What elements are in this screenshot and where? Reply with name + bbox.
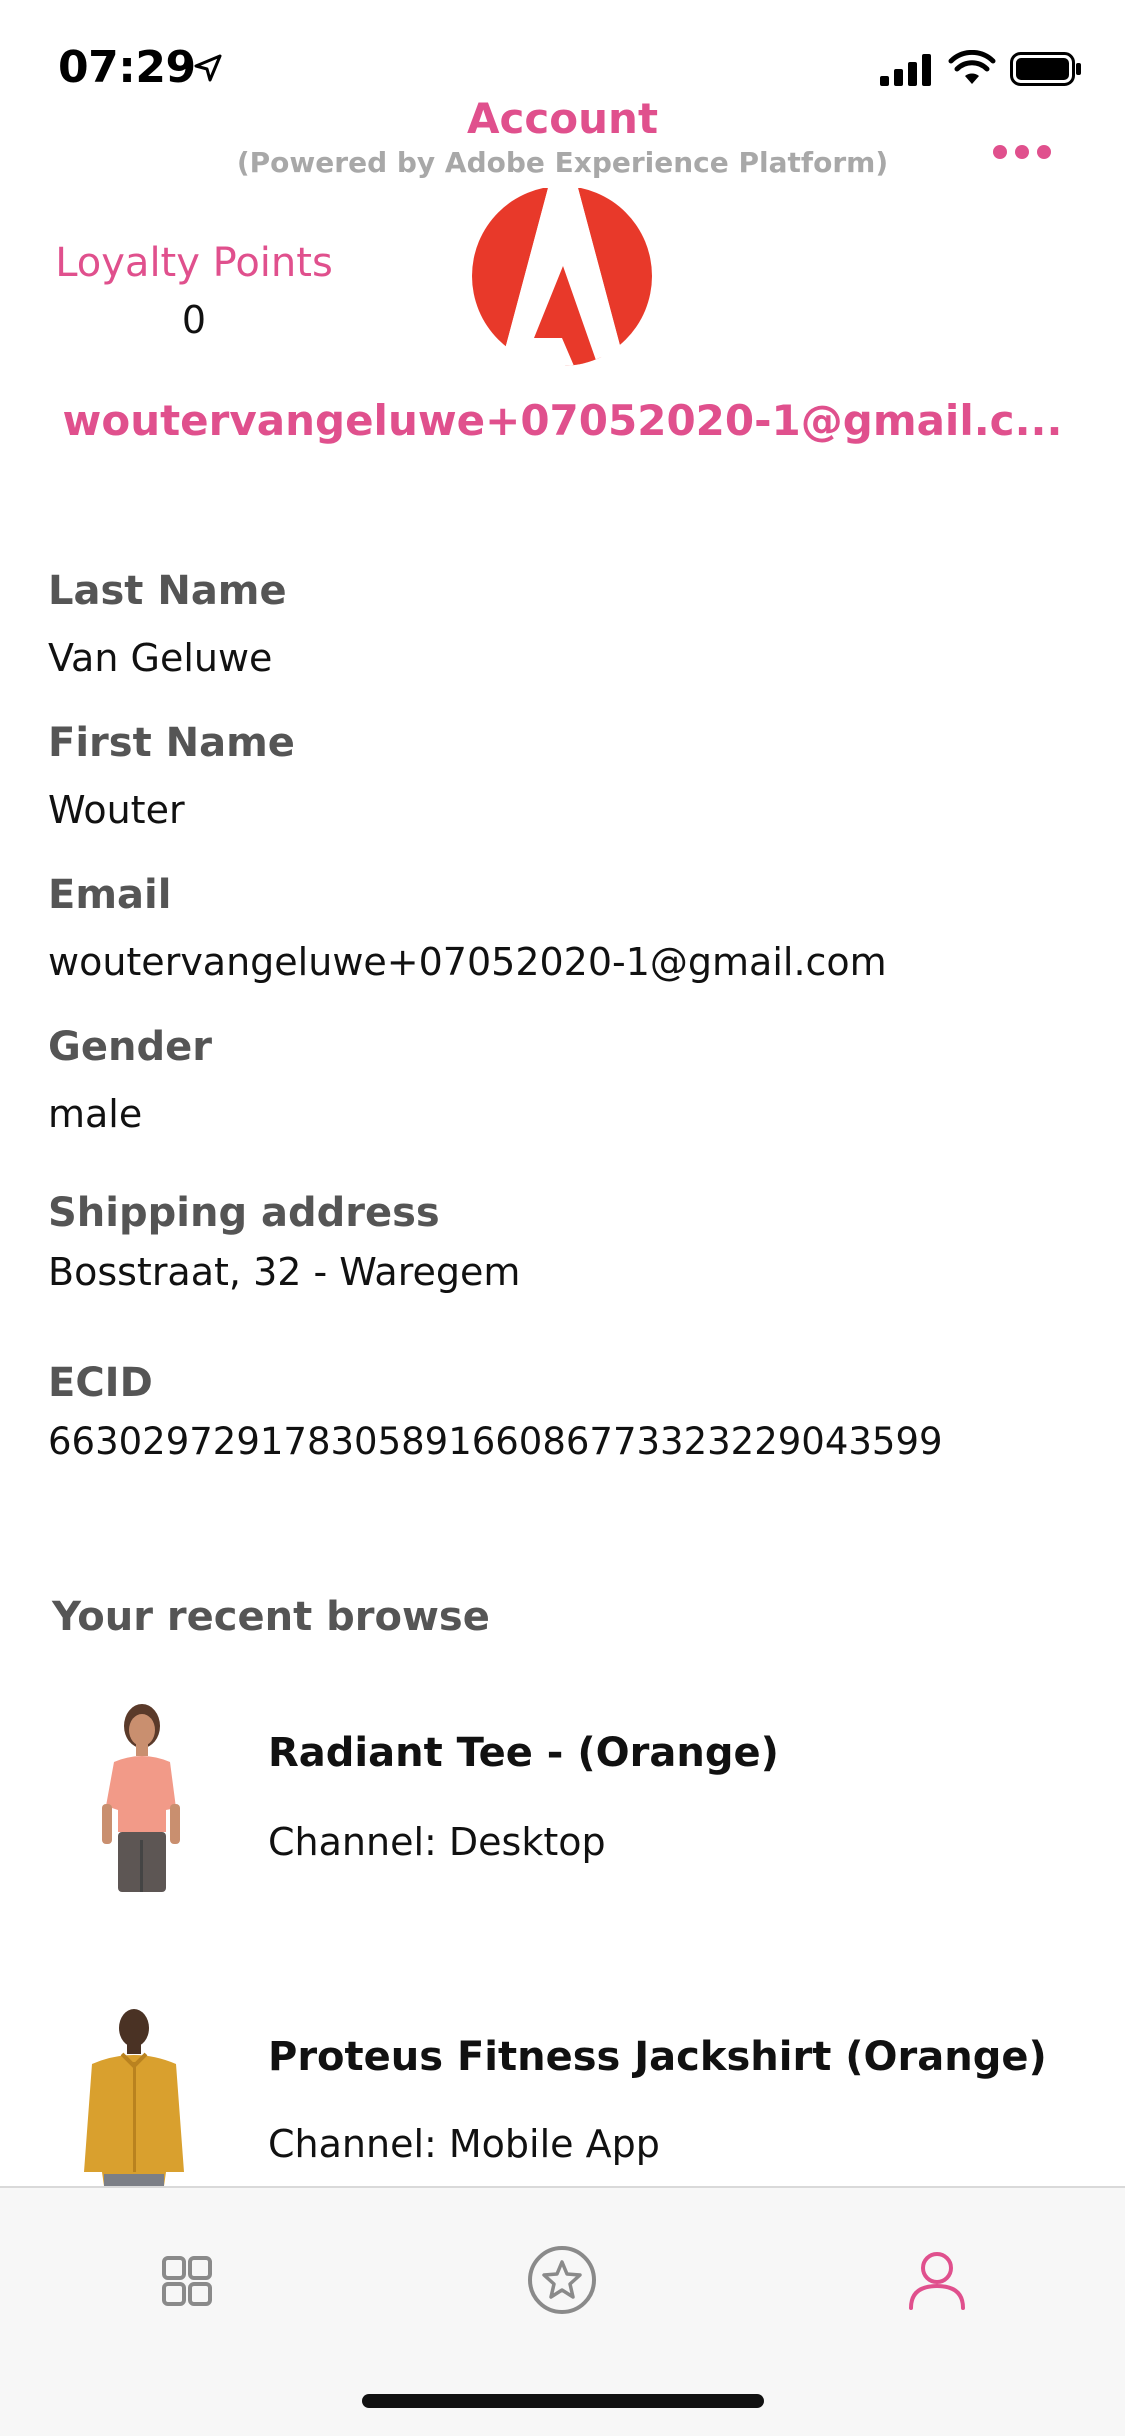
product-channel: Channel: Desktop (268, 1820, 606, 1864)
shipping-address-value: Bosstraat, 32 - Waregem (48, 1250, 521, 1294)
loyalty-points-label: Loyalty Points (55, 240, 333, 286)
user-icon[interactable] (897, 2240, 977, 2320)
shipping-address-label: Shipping address (48, 1190, 440, 1236)
page-title: Account (466, 94, 659, 143)
ecid-label: ECID (48, 1360, 153, 1406)
product-name[interactable]: Proteus Fitness Jackshirt (Orange) (268, 2034, 1047, 2080)
last-name-label: Last Name (48, 568, 287, 614)
star-circle-icon[interactable] (522, 2240, 602, 2320)
adobe-logo-icon (472, 188, 652, 366)
product-name[interactable]: Radiant Tee - (Orange) (268, 1730, 779, 1776)
page-subtitle: (Powered by Adobe Experience Platform) (236, 146, 889, 179)
email-value: woutervangeluwe+07052020-1@gmail.com (48, 940, 887, 984)
last-name-value: Van Geluwe (48, 636, 273, 680)
home-indicator (362, 2394, 764, 2408)
product-channel: Channel: Mobile App (268, 2122, 660, 2166)
email-label: Email (48, 872, 172, 918)
gender-value: male (48, 1092, 143, 1136)
first-name-value: Wouter (48, 788, 185, 832)
loyalty-points-value: 0 (181, 298, 207, 342)
recent-browse-title: Your recent browse (52, 1594, 490, 1640)
more-options-icon[interactable] (990, 140, 1054, 164)
battery-icon (1010, 52, 1081, 86)
ecid-value: 66302972917830589166086773323229043599 (48, 1420, 943, 1463)
cellular-signal-icon (880, 54, 931, 86)
product-image-jackshirt (84, 2009, 184, 2186)
status-time: 07:29 (58, 42, 196, 93)
location-arrow-icon (194, 54, 222, 82)
account-email-headline: woutervangeluwe+07052020-1@gmail.c... (62, 396, 1063, 445)
grid-icon[interactable] (146, 2240, 226, 2320)
gender-label: Gender (48, 1024, 212, 1070)
wifi-icon (948, 50, 996, 84)
first-name-label: First Name (48, 720, 295, 766)
product-image-tee (102, 1704, 180, 1892)
